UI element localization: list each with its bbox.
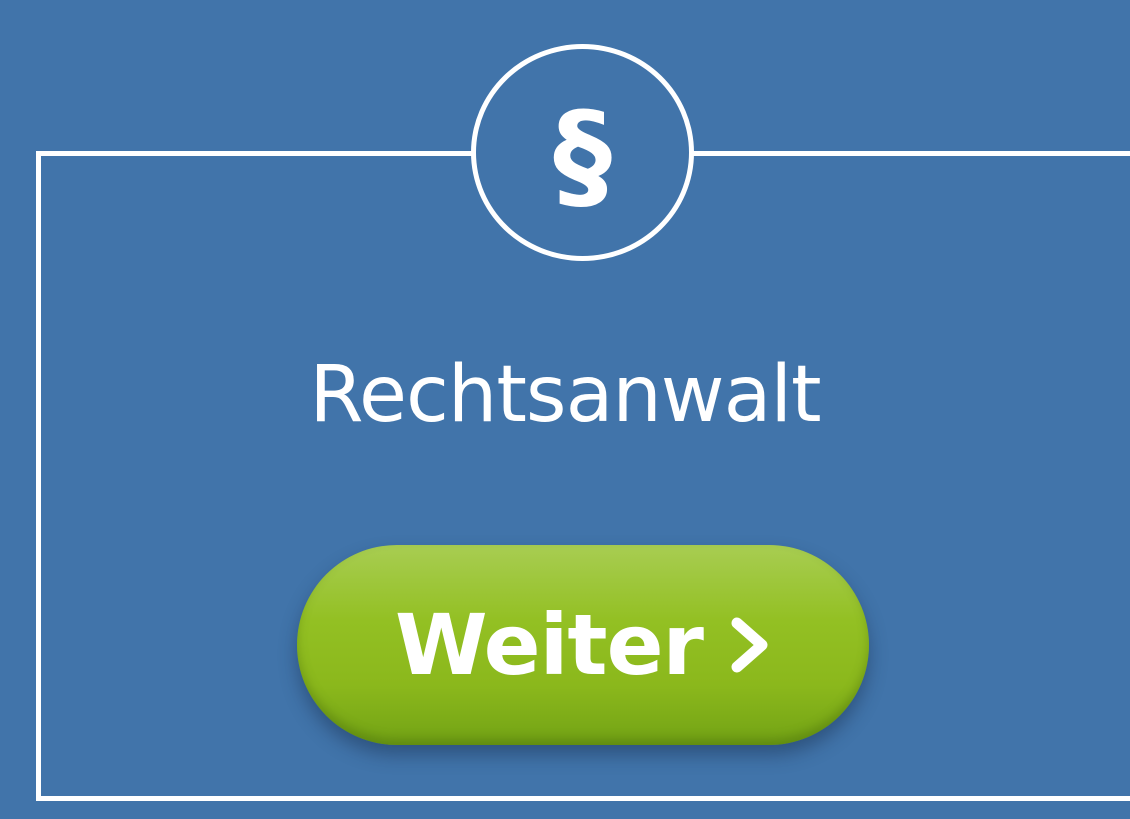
next-button-label: Weiter [395,596,704,694]
chevron-right-icon [731,617,768,673]
section-emblem: § [471,44,694,261]
paragraph-section-icon: § [553,85,612,224]
next-button[interactable]: Weiter [297,545,869,745]
page-title: Rechtsanwalt [309,350,821,440]
